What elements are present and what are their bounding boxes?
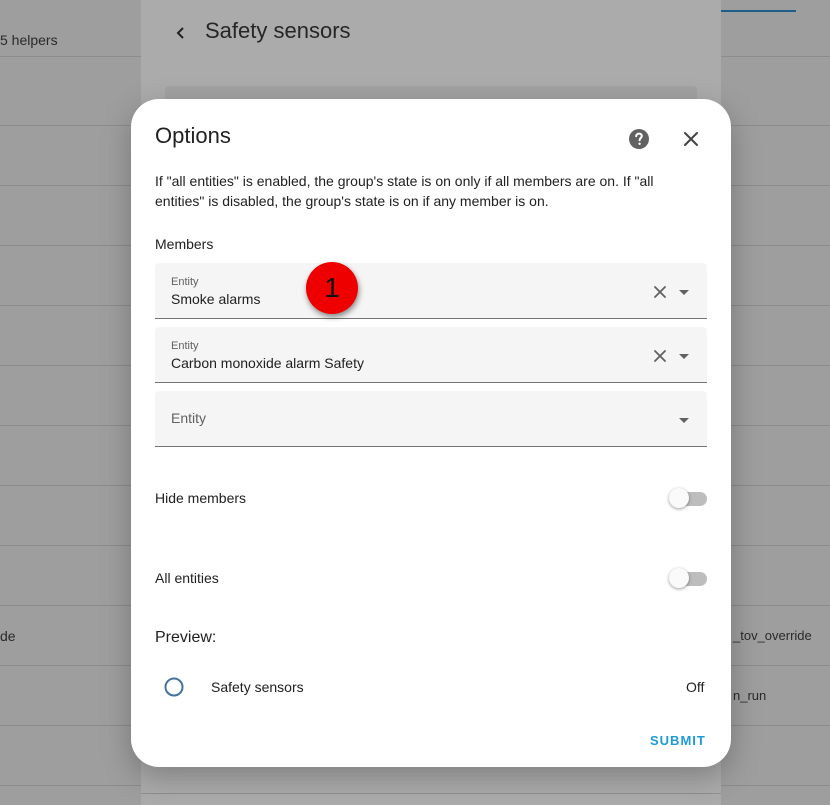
clear-icon[interactable] [651,283,669,301]
toggle-thumb [669,488,689,508]
background-dialog-title: Safety sensors [205,18,351,43]
hide-members-label: Hide members [155,490,247,506]
entity-field-empty[interactable]: Entity [155,391,707,447]
dialog-title: Options [155,123,231,148]
chevron-down-icon[interactable] [675,347,693,365]
field-placeholder: Entity [171,410,207,426]
row-entity-text: n_run [733,688,767,703]
background-dialog-header: Safety sensors [141,0,721,70]
field-value: Carbon monoxide alarm Safety [171,355,364,371]
row-entity-text: _tov_override [733,628,812,643]
toggle-thumb [669,568,689,588]
hide-members-toggle[interactable] [669,488,707,508]
circle-outline-icon [164,677,184,697]
preview-entity-state: Off [686,679,705,695]
submit-button[interactable]: SUBMIT [650,733,706,748]
options-dialog: Options If "all entities" is enabled, th… [131,99,731,767]
close-icon[interactable] [679,127,703,151]
back-arrow-icon[interactable] [169,18,193,48]
divider [141,793,721,794]
entity-field-smoke-alarms[interactable]: Entity Smoke alarms [155,263,707,319]
annotation-badge: 1 [306,262,358,314]
field-value: Smoke alarms [171,291,261,307]
field-label: Entity [171,340,199,352]
row-entity-text: de [0,628,16,644]
help-circle-icon[interactable] [627,127,651,151]
preview-heading: Preview: [155,629,217,646]
members-label: Members [155,236,214,252]
all-entities-toggle[interactable] [669,568,707,588]
all-entities-label: All entities [155,570,219,586]
field-label: Entity [171,276,199,288]
dialog-description: If "all entities" is enabled, the group'… [155,173,654,209]
chevron-down-icon[interactable] [675,411,693,429]
helpers-count: 5 helpers [0,32,58,48]
entity-field-carbon-monoxide[interactable]: Entity Carbon monoxide alarm Safety [155,327,707,383]
chevron-down-icon[interactable] [675,283,693,301]
preview-entity-name[interactable]: Safety sensors [211,679,304,695]
clear-icon[interactable] [651,347,669,365]
